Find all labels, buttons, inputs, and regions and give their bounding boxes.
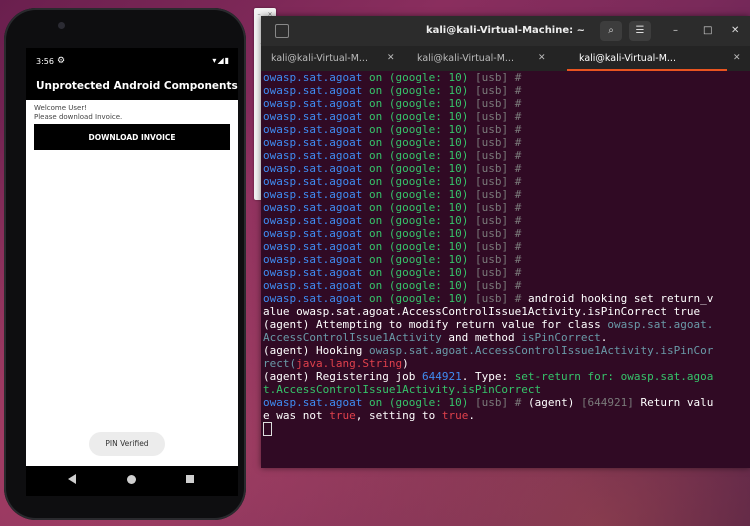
- prompt-line: owasp.sat.agoat on (google: 10) [usb] #: [263, 97, 522, 110]
- tab-close-icon[interactable]: ✕: [387, 46, 395, 71]
- prompt-line: owasp.sat.agoat on (google: 10) [usb] #: [263, 253, 522, 266]
- prompt-line: owasp.sat.agoat on (google: 10) [usb] #: [263, 279, 522, 292]
- input-line[interactable]: [263, 422, 748, 437]
- search-icon[interactable]: ⌕: [600, 21, 622, 41]
- text-cursor: [263, 422, 272, 436]
- prompt-line: owasp.sat.agoat on (google: 10) [usb] #: [263, 136, 522, 149]
- prompt-line: owasp.sat.agoat on (google: 10) [usb] #: [263, 110, 522, 123]
- prompt-line: owasp.sat.agoat on (google: 10) [usb] #: [263, 227, 522, 240]
- output-return: owasp.sat.agoat on (google: 10) [usb] # …: [263, 396, 714, 422]
- phone-emulator: 3:56 ⚙ ▾◢▮ Unprotected Android Component…: [4, 8, 246, 520]
- terminal-tabbar: kali@kali-Virtual-M... ✕ kali@kali-Virtu…: [261, 46, 750, 71]
- output-hooking: (agent) Hooking owasp.sat.agoat.AccessCo…: [263, 344, 714, 370]
- minimize-icon[interactable]: –: [673, 25, 678, 36]
- prompt-line: owasp.sat.agoat on (google: 10) [usb] #: [263, 123, 522, 136]
- terminal-tab-1[interactable]: kali@kali-Virtual-M...: [271, 46, 368, 71]
- output-register: (agent) Registering job 644921. Type: se…: [263, 370, 714, 396]
- status-bar: 3:56 ⚙ ▾◢▮: [26, 48, 238, 76]
- prompt-line: owasp.sat.agoat on (google: 10) [usb] #: [263, 71, 522, 84]
- settings-notification-icon: ⚙: [57, 56, 66, 66]
- terminal-output[interactable]: owasp.sat.agoat on (google: 10) [usb] # o…: [261, 71, 750, 437]
- signal-battery-icons: ▾◢▮: [212, 56, 230, 65]
- android-nav-bar: [26, 466, 238, 496]
- phone-screen[interactable]: 3:56 ⚙ ▾◢▮ Unprotected Android Component…: [26, 48, 238, 496]
- prompt-line: owasp.sat.agoat on (google: 10) [usb] #: [263, 162, 522, 175]
- tab-close-icon[interactable]: ✕: [733, 46, 741, 71]
- hamburger-menu-icon[interactable]: ☰: [629, 21, 651, 41]
- recents-icon[interactable]: [186, 475, 194, 483]
- download-invoice-button[interactable]: DOWNLOAD INVOICE: [34, 124, 230, 150]
- prompt-line: owasp.sat.agoat on (google: 10) [usb] #: [263, 201, 522, 214]
- terminal-titlebar: kali@kali-Virtual-Machine: ~ ⌕ ☰ – □ ✕: [261, 16, 750, 46]
- instruction-text: Please download Invoice.: [34, 113, 123, 121]
- prompt-line: owasp.sat.agoat on (google: 10) [usb] #: [263, 175, 522, 188]
- prompt-line: owasp.sat.agoat on (google: 10) [usb] #: [263, 240, 522, 253]
- terminal-tab-2[interactable]: kali@kali-Virtual-M...: [417, 46, 514, 71]
- prompt-line: owasp.sat.agoat on (google: 10) [usb] #: [263, 214, 522, 227]
- back-icon[interactable]: [68, 474, 76, 484]
- home-icon[interactable]: [127, 475, 136, 484]
- tab-close-icon[interactable]: ✕: [538, 46, 546, 71]
- prompt-line: owasp.sat.agoat on (google: 10) [usb] #: [263, 188, 522, 201]
- terminal-window: kali@kali-Virtual-Machine: ~ ⌕ ☰ – □ ✕ k…: [261, 16, 750, 468]
- maximize-icon[interactable]: □: [703, 25, 712, 36]
- welcome-text: Welcome User!: [34, 104, 88, 112]
- close-icon[interactable]: ✕: [731, 25, 739, 36]
- toast-message: PIN Verified: [89, 432, 165, 456]
- status-time: 3:56: [36, 57, 54, 66]
- prompt-history: owasp.sat.agoat on (google: 10) [usb] # o…: [263, 71, 748, 292]
- app-title: Unprotected Android Components: [26, 76, 238, 100]
- command-line: owasp.sat.agoat on (google: 10) [usb] # …: [263, 292, 714, 318]
- prompt-line: owasp.sat.agoat on (google: 10) [usb] #: [263, 266, 522, 279]
- output-attempt: (agent) Attempting to modify return valu…: [263, 318, 714, 344]
- app-content: Welcome User! Please download Invoice. D…: [26, 100, 238, 154]
- terminal-tab-3[interactable]: kali@kali-Virtual-M...: [567, 46, 727, 71]
- front-camera: [58, 22, 65, 29]
- prompt-line: owasp.sat.agoat on (google: 10) [usb] #: [263, 84, 522, 97]
- prompt-line: owasp.sat.agoat on (google: 10) [usb] #: [263, 149, 522, 162]
